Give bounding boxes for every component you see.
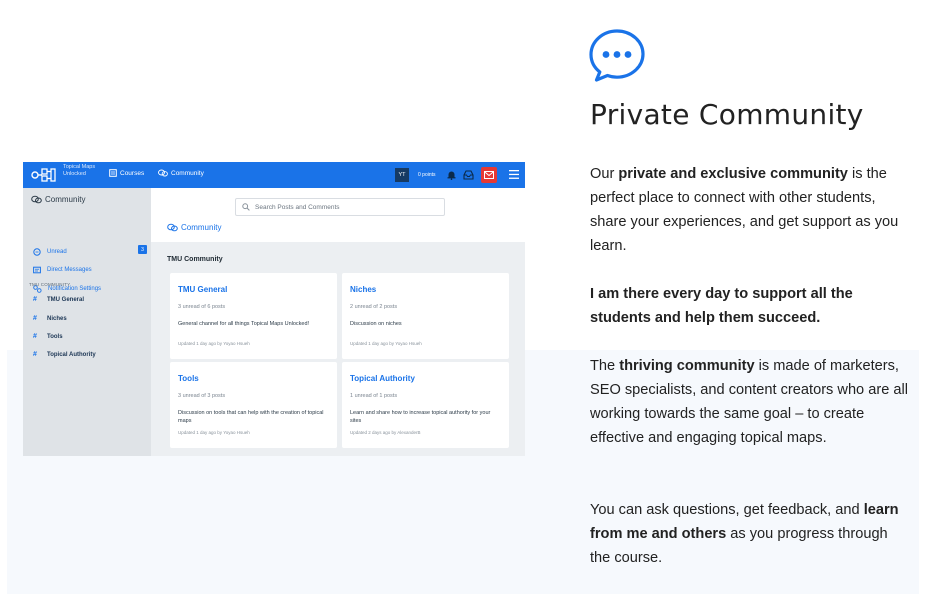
search-placeholder: Search Posts and Comments [255,203,340,211]
chat-bubble-icon [589,29,645,82]
text: The [590,358,620,374]
community-screenshot: Topical Maps Unlocked Courses Community … [23,162,525,456]
direct-messages-icon [33,266,41,274]
page-title-label: Community [181,223,222,232]
channel-card-topical-authority[interactable]: Topical Authority 1 unread of 1 posts Le… [342,362,509,448]
sidebar: Community Unread 3 Direct Messages Notif… [23,188,151,456]
paragraph-intro: Our private and exclusive community is t… [590,162,908,258]
sidebar-title: Community [31,195,85,204]
nav-community[interactable]: Community [158,169,204,177]
hash-icon: # [33,315,37,322]
mail-icon [484,171,494,179]
menu-icon[interactable] [509,170,519,179]
card-description: Learn and share how to increase topical … [350,410,491,424]
bold-text: private and exclusive community [618,166,848,182]
paragraph-support: I am there every day to support all the … [590,282,908,330]
sidebar-channel-niches[interactable]: # Niches [33,315,67,322]
channel-label: Niches [47,315,67,322]
courses-icon [109,169,117,177]
page-title: Community [167,223,221,232]
sidebar-item-unread[interactable]: Unread [33,248,67,256]
text: You can ask questions, get feedback, and [590,502,864,518]
sidebar-title-label: Community [45,195,86,204]
bell-icon[interactable] [447,170,456,180]
card-description: Discussion on niches [350,321,402,327]
hash-icon: # [33,333,37,340]
community-icon [167,223,178,232]
hash-icon: # [33,351,37,358]
unread-icon [33,248,41,256]
card-meta: 1 unread of 1 posts [350,393,398,399]
paragraph-community: The thriving community is made of market… [590,354,908,450]
card-title[interactable]: Tools [178,374,199,383]
top-bar: Topical Maps Unlocked Courses Community … [23,162,525,188]
paragraph-feedback: You can ask questions, get feedback, and… [590,498,908,570]
card-updated: Updated 1 day ago by Yoyao Hsueh [350,341,422,346]
card-description: General channel for all things Topical M… [178,321,310,327]
channel-label: TMU General [47,296,85,303]
sidebar-channel-tmu-general[interactable]: # TMU General [33,296,84,303]
unread-badge: 3 [138,245,147,254]
nav-community-label: Community [171,169,204,177]
nav-courses[interactable]: Courses [109,169,144,177]
sidebar-item-label: Direct Messages [47,267,92,273]
nav-courses-label: Courses [120,169,145,177]
community-icon [158,169,168,177]
card-title[interactable]: Niches [350,285,376,294]
channel-card-niches[interactable]: Niches 2 unread of 2 posts Discussion on… [342,273,509,359]
user-avatar[interactable]: YT [395,168,409,182]
bold-text: thriving community [619,358,755,374]
sidebar-item-direct-messages[interactable]: Direct Messages [33,266,92,274]
card-updated: Updated 1 day ago by Yoyao Hsueh [178,430,250,435]
main-header: Search Posts and Comments Community [151,188,525,242]
channel-card-tools[interactable]: Tools 3 unread of 3 posts Discussion on … [170,362,337,448]
card-title[interactable]: TMU General [178,285,227,294]
sidebar-channel-tools[interactable]: # Tools [33,333,63,340]
card-meta: 3 unread of 3 posts [178,393,226,399]
text: Our [590,166,619,182]
search-input[interactable]: Search Posts and Comments [235,198,445,216]
logo-icon [31,168,56,182]
card-updated: Updated 2 days ago by AlexanderB [350,430,421,435]
points-label: 0 points [418,172,436,178]
channel-label: Tools [47,333,63,340]
card-description: Discussion on tools that can help with t… [178,410,324,424]
logo-text: Topical Maps Unlocked [63,164,96,177]
card-meta: 2 unread of 2 posts [350,304,398,310]
search-icon [242,203,250,211]
section-heading: Private Community [590,98,864,131]
channel-label: Topical Authority [47,351,96,358]
sidebar-section-label: TMU COMMUNITY [29,282,71,287]
mail-button[interactable] [481,167,497,183]
channel-card-tmu-general[interactable]: TMU General 3 unread of 6 posts General … [170,273,337,359]
sidebar-channel-topical-authority[interactable]: # Topical Authority [33,351,96,358]
bold-text: I am there every day to support all the … [590,286,853,326]
card-meta: 3 unread of 6 posts [178,304,226,310]
community-icon [31,195,42,204]
section-title: TMU Community [167,256,223,263]
card-title[interactable]: Topical Authority [350,374,415,383]
main-area: Search Posts and Comments Community TMU … [151,188,525,456]
card-updated: Updated 1 day ago by Yoyao Hsueh [178,341,250,346]
sidebar-item-label: Unread [47,249,67,255]
inbox-icon[interactable] [463,170,474,180]
hash-icon: # [33,296,37,303]
